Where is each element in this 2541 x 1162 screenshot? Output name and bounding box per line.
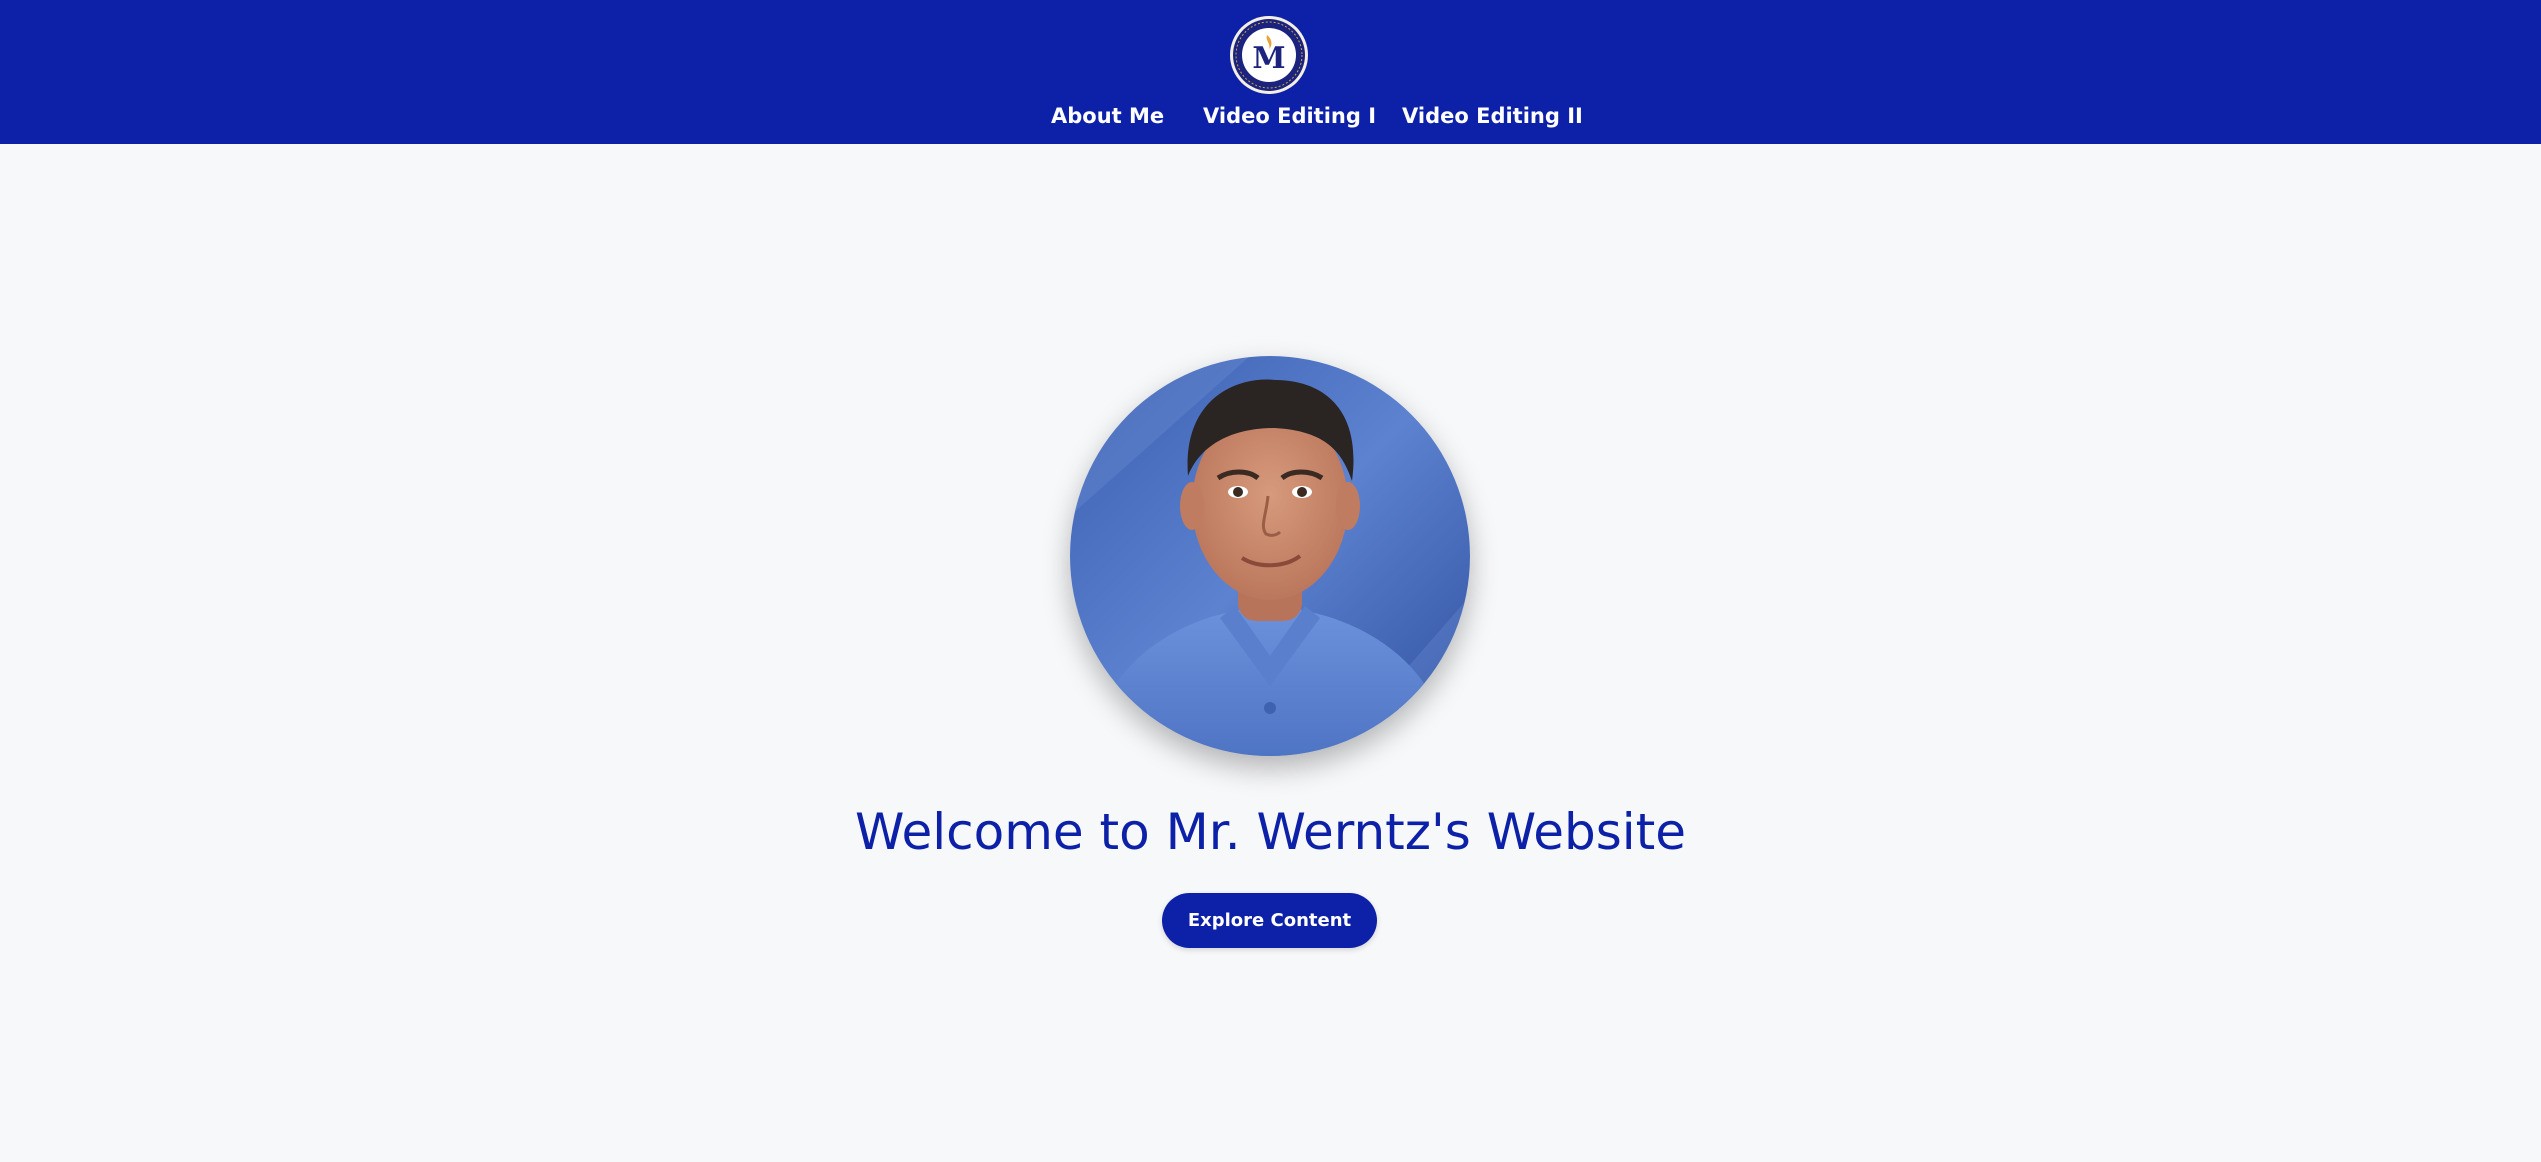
main-nav: About Me Video Editing I Video Editing I… xyxy=(0,100,2541,134)
page-title: Welcome to Mr. Werntz's Website xyxy=(854,803,1687,861)
portrait-image xyxy=(1070,356,1470,756)
site-header: M About Me Video Editing I Video Editing… xyxy=(0,0,2541,144)
school-crest-logo[interactable]: M xyxy=(1229,15,1309,95)
nav-about-me[interactable]: About Me xyxy=(1051,100,1164,132)
nav-video-editing-2[interactable]: Video Editing II xyxy=(1402,100,1583,132)
school-crest-m-icon: M xyxy=(1230,16,1308,94)
svg-text:M: M xyxy=(1252,41,1285,76)
explore-content-button[interactable]: Explore Content xyxy=(1162,893,1377,948)
nav-video-editing-1[interactable]: Video Editing I xyxy=(1203,100,1376,132)
teacher-portrait xyxy=(1070,356,1470,756)
